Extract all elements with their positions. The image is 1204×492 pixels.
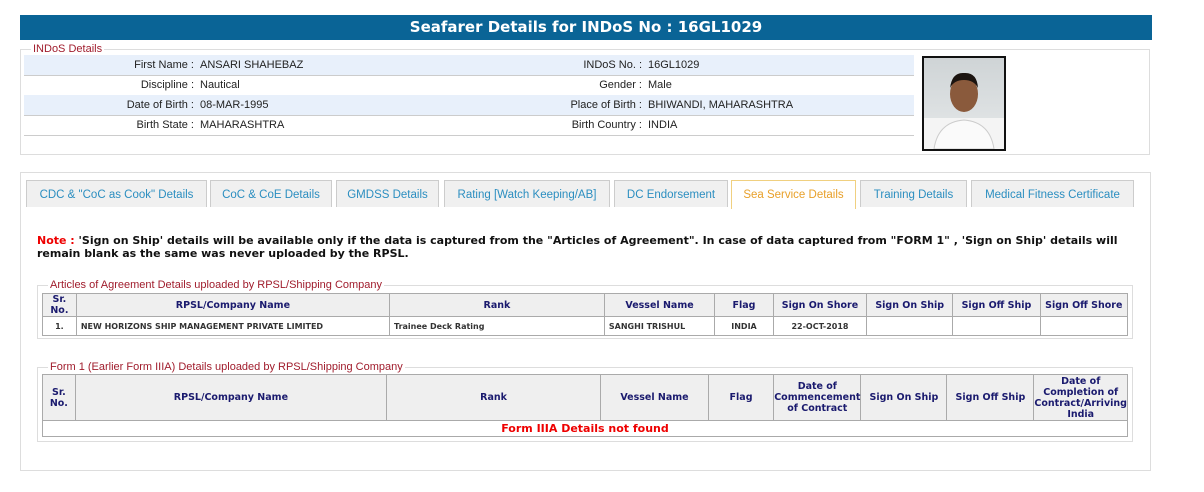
page-title: Seafarer Details for INDoS No : 16GL1029 [20,15,1152,40]
empty-message: Form IIIA Details not found [42,420,1128,437]
indos-row: Date of Birth : 08-MAR-1995 Place of Bir… [24,95,914,116]
table-cell: INDIA [714,316,774,336]
column-header: Sign On Shore [772,293,868,317]
tab-medical[interactable]: Medical Fitness Certificate [971,180,1134,207]
aoa-legend: Articles of Agreement Details uploaded b… [50,279,383,291]
tab-cdc[interactable]: CDC & "CoC as Cook" Details [26,180,207,207]
field-label: Birth Country : [571,119,642,131]
field-label: First Name : [134,59,194,71]
column-header: Rank [386,374,602,421]
field-label: INDoS No. : [583,59,642,71]
column-header: Flag [707,374,775,421]
form1-table: Sr. No. RPSL/Company Name Rank Vessel Name F… [42,374,1128,437]
table-cell: NEW HORIZONS SHIP MANAGEMENT PRIVATE LIM… [75,316,391,336]
indos-row: First Name : ANSARI SHAHEBAZ INDoS No. :… [24,55,914,76]
field-value: INDIA [648,119,678,131]
table-row: 1. NEW HORIZONS SHIP MANAGEMENT PRIVATE L… [42,316,1129,336]
column-header: Sr. No. [42,293,77,317]
column-header: Vessel Name [603,293,716,317]
tab-coc-coe[interactable]: CoC & CoE Details [210,180,332,207]
note-text: 'Sign on Ship' details will be available… [37,234,1118,260]
tab-rating[interactable]: Rating [Watch Keeping/AB] [444,180,610,207]
tab-training[interactable]: Training Details [860,180,967,207]
column-header: Sign Off Ship [946,374,1035,421]
table-cell: Trainee Deck Rating [389,316,605,336]
column-header: Sign Off Ship [952,293,1041,317]
form1-legend: Form 1 (Earlier Form IIIA) Details uploa… [50,361,403,373]
field-value: 16GL1029 [648,59,700,71]
indos-row: Birth State : MAHARASHTRA Birth Country … [24,115,914,136]
column-header: Rank [389,293,605,317]
tab-sea-service[interactable]: Sea Service Details [731,180,856,209]
field-label: Place of Birth : [570,99,642,111]
field-label: Date of Birth : [126,99,194,111]
tab-gmdss[interactable]: GMDSS Details [336,180,439,207]
column-header: RPSL/Company Name [74,374,388,421]
column-header: Sign On Ship [860,374,948,421]
field-label: Gender : [599,79,642,91]
column-header: RPSL/Company Name [75,293,391,317]
field-value: Nautical [200,79,240,91]
field-value: 08-MAR-1995 [200,99,269,111]
table-cell: 22-OCT-2018 [772,316,868,336]
column-header: Flag [714,293,774,317]
field-label: Discipline : [140,79,194,91]
column-header: Vessel Name [600,374,709,421]
field-value: MAHARASHTRA [200,119,285,131]
table-cell: 1. [42,316,77,336]
seafarer-photo [922,56,1006,151]
column-header: Sr. No. [42,374,76,421]
person-photo-icon [924,72,1004,150]
table-cell [952,316,1041,336]
field-label: Birth State : [136,119,194,131]
table-cell [1039,316,1129,336]
indos-row: Discipline : Nautical Gender : Male [24,75,914,96]
field-value: BHIWANDI, MAHARASHTRA [648,99,794,111]
table-cell [866,316,954,336]
field-value: ANSARI SHAHEBAZ [200,59,304,71]
table-cell: SANGHI TRISHUL [603,316,716,336]
indos-legend: INDoS Details [33,43,103,55]
column-header: Sign Off Shore [1039,293,1129,317]
note-label: Note : [37,234,75,247]
tab-dc-endorsement[interactable]: DC Endorsement [614,180,728,207]
column-header: Sign On Ship [866,293,954,317]
sea-service-note: Note : 'Sign on Ship' details will be av… [37,234,1127,260]
column-header: Date of Completion of Contract/Arriving … [1033,374,1128,421]
aoa-table: Sr. No. RPSL/Company Name Rank Vessel Name F… [42,293,1129,336]
field-value: Male [648,79,672,91]
column-header: Date of Commencement of Contract [773,374,862,421]
